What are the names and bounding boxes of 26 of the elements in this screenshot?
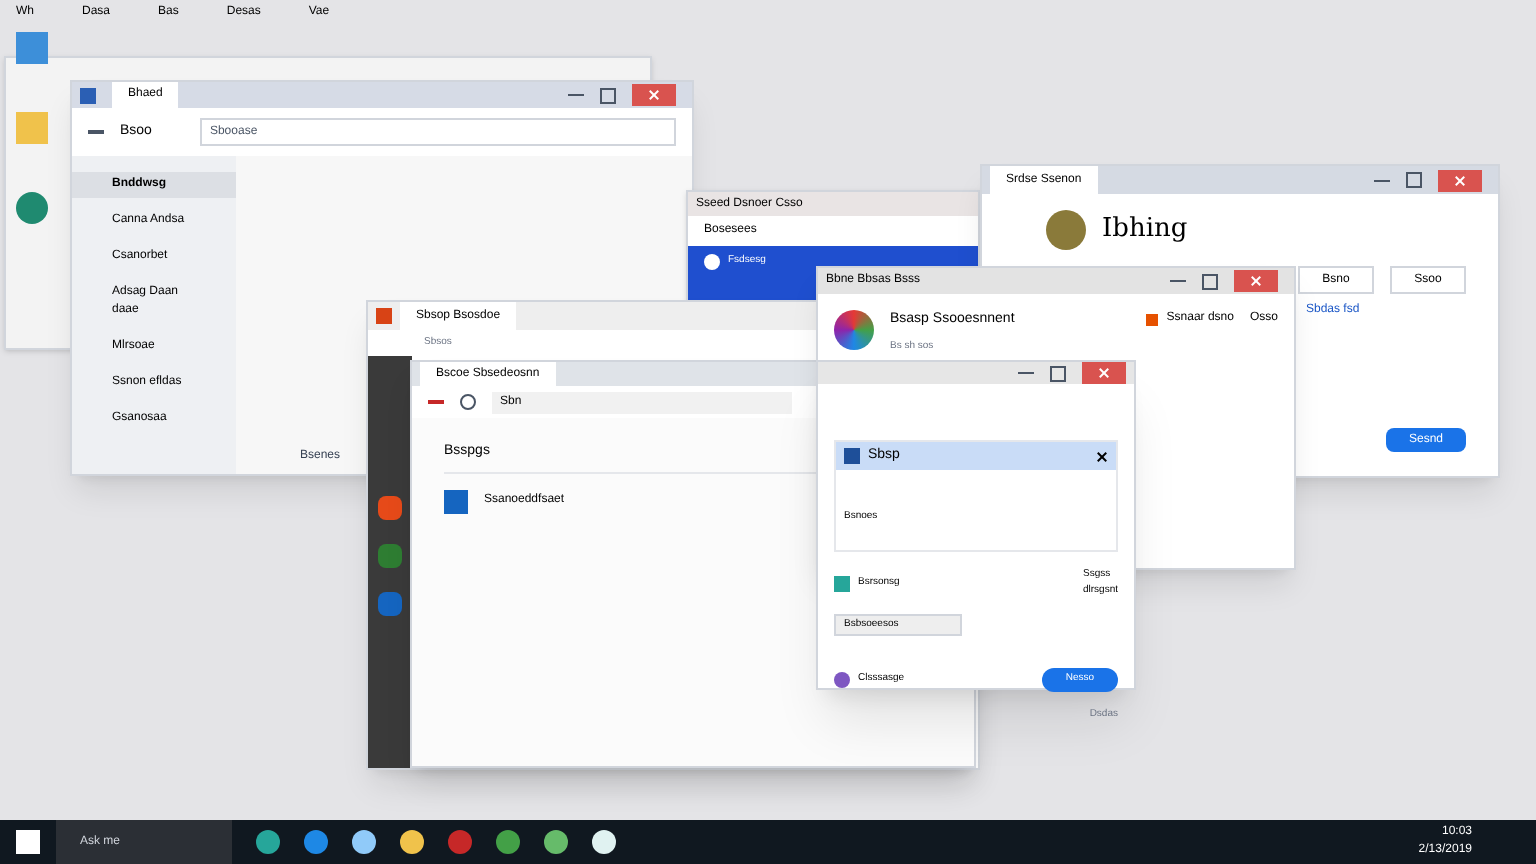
- taskbar-app-icon[interactable]: [544, 830, 568, 854]
- app-icon: [80, 87, 96, 103]
- logo-icon: [834, 310, 874, 350]
- app-icon: [378, 496, 402, 520]
- close-button[interactable]: [632, 84, 676, 106]
- taskbar-app-icon[interactable]: [400, 830, 424, 854]
- close-icon[interactable]: [1096, 450, 1108, 462]
- app-icon: [844, 448, 860, 464]
- minimize-icon[interactable]: [1374, 179, 1390, 181]
- avatar-icon: [704, 254, 720, 270]
- account-icon: [834, 672, 850, 688]
- taskbar-app-icon[interactable]: [256, 830, 280, 854]
- profile-name: Ibhing: [1102, 212, 1188, 249]
- app-icon: [834, 575, 850, 591]
- maximize-icon[interactable]: [600, 87, 616, 103]
- taskbar-app-icon[interactable]: [592, 830, 616, 854]
- reload-icon[interactable]: [460, 394, 476, 410]
- app-icon: [1146, 313, 1159, 325]
- maximize-icon[interactable]: [1406, 172, 1422, 188]
- maximize-icon[interactable]: [1202, 273, 1218, 289]
- taskbar-app-icon[interactable]: [352, 830, 376, 854]
- close-button[interactable]: [1082, 362, 1126, 384]
- app-icon: [376, 308, 392, 324]
- maximize-icon[interactable]: [1050, 365, 1066, 381]
- close-button[interactable]: [1438, 169, 1482, 191]
- close-button[interactable]: [1234, 270, 1278, 292]
